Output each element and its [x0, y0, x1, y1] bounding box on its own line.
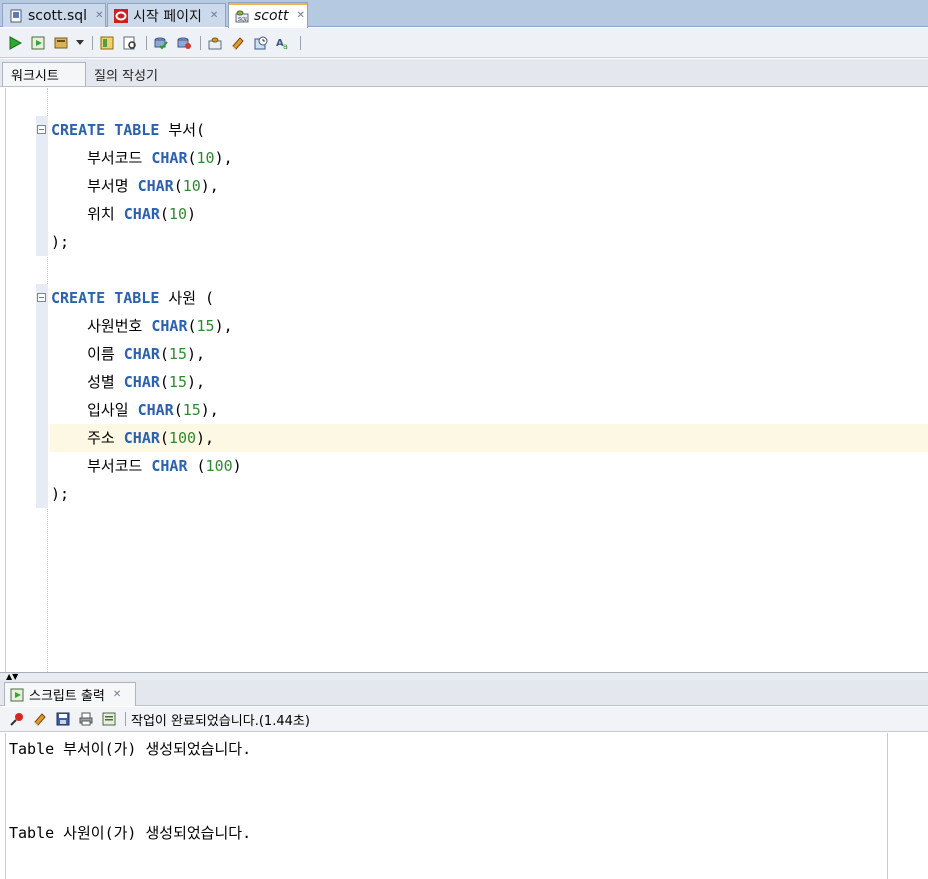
toolbar-separator [300, 35, 301, 50]
tab-worksheet[interactable]: 워크시트 [2, 62, 86, 86]
explain-plan-icon[interactable] [98, 34, 116, 52]
status-text: 작업이 완료되었습니다.(1.44초) [131, 713, 310, 729]
toolbar-separator [200, 35, 201, 50]
pin-icon[interactable] [8, 710, 26, 728]
tab-scott-worksheet[interactable]: SQL scott ✕ [228, 2, 308, 28]
code-line: 위치 CHAR(10) [87, 205, 197, 223]
output-side-panel [888, 733, 928, 879]
tab-scott-sql[interactable]: scott.sql ✕ [2, 3, 106, 27]
oracle-logo-icon [114, 8, 128, 23]
code-line: 부서코드 CHAR (100) [87, 457, 242, 475]
autotrace-icon[interactable] [52, 34, 70, 52]
close-icon[interactable]: ✕ [113, 689, 121, 700]
save-as-icon[interactable] [100, 710, 118, 728]
toolbar-separator [146, 35, 147, 50]
tab-label: 시작 페이지 [133, 8, 202, 25]
code-line: ); [51, 485, 70, 503]
code-line: 이름 CHAR(15), [87, 345, 206, 363]
toolbar-separator [92, 35, 93, 50]
tab-query-builder[interactable]: 질의 작성기 [86, 62, 166, 86]
run-statement-icon[interactable] [6, 34, 24, 52]
toolbar-separator [125, 712, 126, 726]
unshared-sql-icon[interactable] [206, 34, 224, 52]
close-icon[interactable]: ✕ [297, 10, 305, 21]
worksheet-toolbar: Aa [0, 28, 928, 58]
code-line: CREATE TABLE 부서( [51, 121, 206, 139]
print-icon[interactable] [77, 710, 95, 728]
sql-tuning-icon[interactable] [121, 34, 139, 52]
fold-toggle-icon[interactable]: − [37, 293, 46, 302]
commit-icon[interactable] [152, 34, 170, 52]
svg-text:a: a [283, 42, 288, 50]
svg-text:SQL: SQL [238, 17, 248, 23]
output-line: Table 사원이(가) 생성되었습니다. [9, 824, 252, 842]
close-icon[interactable]: ✕ [95, 10, 103, 21]
code-line: 주소 CHAR(100), [87, 429, 215, 447]
editor-tab-strip: scott.sql ✕ 시작 페이지 ✕ SQL scott ✕ [0, 0, 928, 28]
code-line: 입사일 CHAR(15), [87, 401, 219, 419]
panel-splitter[interactable]: ▲▼ [0, 672, 928, 681]
rollback-icon[interactable] [175, 34, 193, 52]
output-line: Table 부서이(가) 생성되었습니다. [9, 740, 252, 758]
close-icon[interactable]: ✕ [210, 10, 218, 21]
script-output-icon [10, 688, 24, 701]
fold-range [36, 284, 48, 508]
tab-label: scott.sql [28, 7, 88, 24]
tab-script-output[interactable]: 스크립트 출력 ✕ [4, 682, 136, 706]
save-icon[interactable] [54, 710, 72, 728]
tab-start-page[interactable]: 시작 페이지 ✕ [107, 3, 226, 27]
format-icon[interactable]: Aa [275, 34, 293, 52]
sql-file-icon [10, 9, 22, 22]
code-line: 부서명 CHAR(10), [87, 177, 219, 195]
fold-toggle-icon[interactable]: − [37, 125, 46, 134]
script-output-area[interactable]: Table 부서이(가) 생성되었습니다. Table 사원이(가) 생성되었습… [5, 733, 888, 879]
sql-editor[interactable]: − − CREATE TABLE 부서( 부서코드 CHAR(10), 부서명 … [5, 88, 928, 672]
code-line: CREATE TABLE 사원 ( [51, 289, 215, 307]
clear-icon[interactable] [31, 710, 49, 728]
output-tab-strip: 스크립트 출력 ✕ [0, 680, 928, 706]
tab-label: scott [254, 7, 289, 24]
output-toolbar: 작업이 완료되었습니다.(1.44초) [0, 707, 928, 732]
fold-range [36, 116, 48, 256]
worksheet-subtabs: 워크시트 질의 작성기 [0, 59, 928, 87]
code-line: ); [51, 233, 70, 251]
tab-label: 스크립트 출력 [29, 689, 105, 704]
dropdown-arrow-icon[interactable] [75, 34, 85, 52]
db-connection-icon: SQL [235, 10, 249, 23]
code-line: 부서코드 CHAR(10), [87, 149, 233, 167]
sql-history-icon[interactable] [252, 34, 270, 52]
clear-icon[interactable] [229, 34, 247, 52]
run-script-icon[interactable] [29, 34, 47, 52]
code-line: 성별 CHAR(15), [87, 373, 206, 391]
code-line: 사원번호 CHAR(15), [87, 317, 233, 335]
